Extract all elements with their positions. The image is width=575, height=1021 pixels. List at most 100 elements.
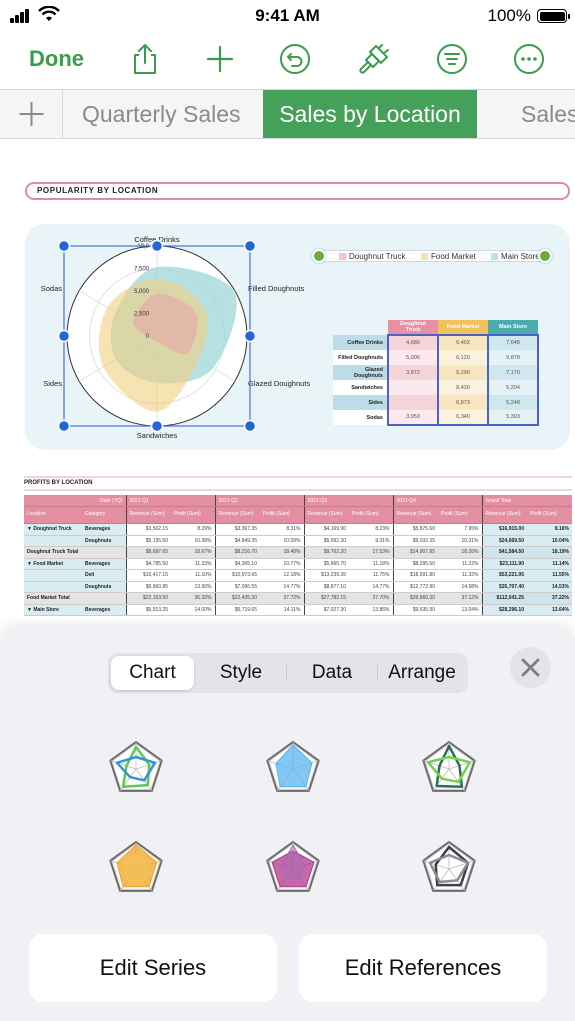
table-cell[interactable]: 6,873 <box>437 395 489 410</box>
location-cell[interactable]: ▼ Doughnut Truck <box>24 523 82 536</box>
value-cell[interactable]: $23,111.90 <box>481 558 527 570</box>
value-cell[interactable]: 11.18% <box>349 558 393 570</box>
value-cell[interactable]: $39,660.30 <box>392 592 438 605</box>
value-cell[interactable]: $8,877.10 <box>303 581 349 593</box>
table-cell[interactable]: 6,120 <box>437 350 489 365</box>
value-cell[interactable]: $7,096.55 <box>214 581 260 593</box>
edit-series-button[interactable]: Edit Series <box>29 934 277 1002</box>
value-cell[interactable]: 14.11% <box>260 604 304 616</box>
value-cell[interactable]: $8,216.70 <box>214 546 260 559</box>
table-cell[interactable]: 6,340 <box>437 410 489 426</box>
value-cell[interactable]: $28,296.10 <box>481 604 527 616</box>
tab-sales-by-location[interactable]: Sales by Location <box>263 90 477 138</box>
table-cell[interactable]: 5,006 <box>387 350 439 365</box>
filter-icon[interactable] <box>435 42 469 76</box>
value-cell[interactable]: 18.67% <box>171 546 215 559</box>
value-cell[interactable]: $41,584.50 <box>481 546 527 559</box>
value-cell[interactable]: $3,367.35 <box>214 523 260 536</box>
value-cell[interactable]: $5,592.30 <box>303 535 349 547</box>
more-icon[interactable] <box>512 42 546 76</box>
undo-icon[interactable] <box>278 42 312 76</box>
value-cell[interactable]: 13.90% <box>171 581 215 593</box>
selection-handle[interactable] <box>150 419 164 433</box>
table-cell[interactable]: 7,648 <box>487 334 539 350</box>
tab-sales[interactable]: Sales <box>521 90 575 138</box>
add-icon[interactable] <box>203 42 237 76</box>
table-cell[interactable]: 5,290 <box>437 365 489 380</box>
value-cell[interactable]: 13.86% <box>349 604 393 616</box>
value-cell[interactable]: $5,875.60 <box>392 523 438 536</box>
chart-style-option-5[interactable] <box>262 836 324 898</box>
done-button[interactable]: Done <box>29 46 84 72</box>
value-cell[interactable]: 36.32% <box>171 592 215 605</box>
value-cell[interactable]: $9,032.35 <box>392 535 438 547</box>
value-cell[interactable]: $8,697.65 <box>125 546 171 559</box>
value-cell[interactable]: 14.77% <box>349 581 393 593</box>
value-cell[interactable]: 13.64% <box>527 604 572 616</box>
selection-handle[interactable] <box>57 239 71 253</box>
table-cell[interactable]: 6,402 <box>437 334 489 350</box>
value-cell[interactable]: $4,785.50 <box>125 558 171 570</box>
value-cell[interactable]: $12,772.90 <box>392 581 438 593</box>
segment-arrange[interactable]: Arrange <box>378 656 466 690</box>
value-cell[interactable]: 37.72% <box>260 592 304 605</box>
value-cell[interactable]: 11.14% <box>527 558 572 570</box>
value-cell[interactable]: 18.19% <box>527 546 572 559</box>
table-cell[interactable]: 8,430 <box>437 380 489 395</box>
segment-chart[interactable]: Chart <box>111 656 194 690</box>
value-cell[interactable]: 8.29% <box>171 523 215 536</box>
selection-handle[interactable] <box>243 329 257 343</box>
value-cell[interactable]: 13.04% <box>438 604 482 616</box>
table-cell[interactable]: 7,170 <box>487 365 539 380</box>
value-cell[interactable]: 10.31% <box>438 535 482 547</box>
selection-handle[interactable] <box>243 419 257 433</box>
value-cell[interactable]: $3,502.15 <box>125 523 171 536</box>
value-cell[interactable]: $5,665.70 <box>303 558 349 570</box>
location-cell[interactable]: ▼ Main Store <box>24 604 82 616</box>
value-cell[interactable]: $4,365.10 <box>214 558 260 570</box>
value-cell[interactable]: 37.22% <box>527 592 572 605</box>
format-brush-icon[interactable] <box>357 42 391 76</box>
value-cell[interactable]: 10.04% <box>527 535 572 547</box>
value-cell[interactable]: $35,707.40 <box>481 581 527 593</box>
value-cell[interactable]: $14,907.95 <box>392 546 438 559</box>
value-cell[interactable]: 18.40% <box>260 546 304 559</box>
value-cell[interactable]: $10,973.65 <box>214 569 260 582</box>
table-cell[interactable]: 9,878 <box>487 350 539 365</box>
value-cell[interactable]: $7,027.30 <box>303 604 349 616</box>
add-sheet-button[interactable] <box>0 90 63 138</box>
value-cell[interactable]: 14.00% <box>171 604 215 616</box>
table-cell[interactable]: 5,248 <box>487 395 539 410</box>
value-cell[interactable]: 11.22% <box>438 558 482 570</box>
radar-chart[interactable]: 02,5005,0007,50010,0Coffee DrinksFilled … <box>25 224 315 450</box>
value-cell[interactable]: $6,960.85 <box>125 581 171 593</box>
chart-style-option-1[interactable] <box>105 736 167 798</box>
chart-style-option-4[interactable] <box>105 836 167 898</box>
close-button[interactable] <box>510 647 551 688</box>
value-cell[interactable]: 9.31% <box>349 535 393 547</box>
value-cell[interactable]: $9,762.20 <box>303 546 349 559</box>
edit-references-button[interactable]: Edit References <box>299 934 547 1002</box>
value-cell[interactable]: $16,915.00 <box>481 523 527 536</box>
value-cell[interactable]: 11.10% <box>171 569 215 582</box>
selection-handle[interactable] <box>243 239 257 253</box>
value-cell[interactable]: 8.31% <box>260 523 304 536</box>
value-cell[interactable]: 11.75% <box>349 569 393 582</box>
value-cell[interactable]: 11.55% <box>527 569 572 582</box>
value-cell[interactable]: 12.18% <box>260 569 304 582</box>
chart-style-option-3[interactable] <box>418 736 480 798</box>
value-cell[interactable]: 11.33% <box>171 558 215 570</box>
selection-handle[interactable] <box>57 419 71 433</box>
value-cell[interactable]: 37.12% <box>438 592 482 605</box>
value-cell[interactable]: 7.95% <box>438 523 482 536</box>
legend-resize-handle-left[interactable] <box>312 249 326 263</box>
location-cell[interactable]: ▼ Food Market <box>24 558 82 570</box>
chart-style-option-6[interactable] <box>418 836 480 898</box>
value-cell[interactable]: 10.38% <box>171 535 215 547</box>
value-cell[interactable]: $24,669.50 <box>481 535 527 547</box>
selection-handle[interactable] <box>57 329 71 343</box>
value-cell[interactable]: 18.26% <box>438 546 482 559</box>
value-cell[interactable]: 10.77% <box>260 558 304 570</box>
value-cell[interactable]: 14.58% <box>438 581 482 593</box>
table-cell[interactable] <box>387 380 439 395</box>
